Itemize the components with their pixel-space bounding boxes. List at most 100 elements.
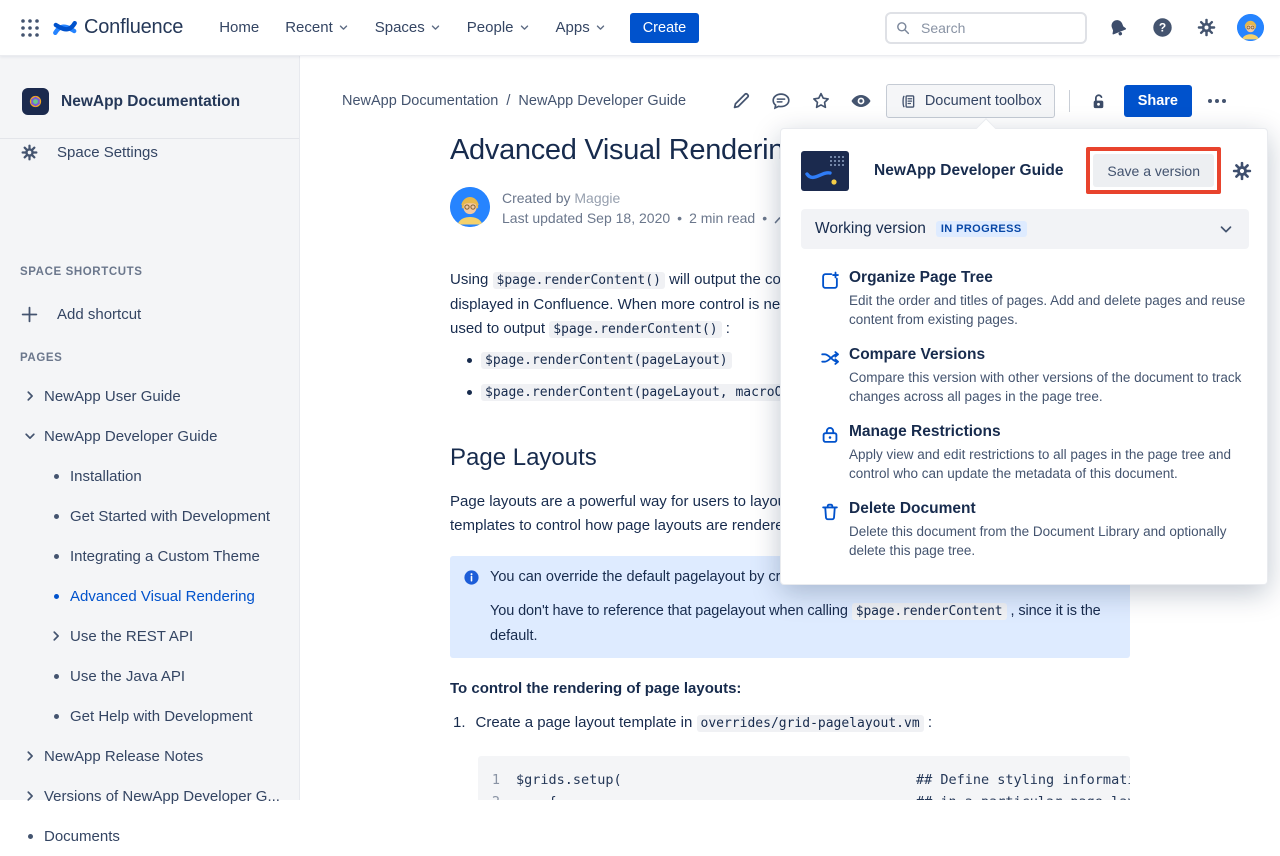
- sidebar-page-item[interactable]: Versions of NewApp Developer G...: [0, 776, 299, 816]
- sidebar-page-item[interactable]: Get Started with Development: [0, 496, 299, 536]
- chevron-down-icon: [519, 22, 530, 33]
- sidebar-page-item[interactable]: Get Help with Development: [0, 696, 299, 736]
- bullet-marker: [46, 474, 66, 479]
- edit-pencil-icon[interactable]: [726, 86, 756, 116]
- settings-gear-icon[interactable]: [1193, 15, 1219, 41]
- code-block: 1$grids.setup(## Define styling informat…: [478, 756, 1130, 800]
- share-button[interactable]: Share: [1124, 85, 1192, 117]
- document-toolbox-popup: NewApp Developer Guide Save a version Wo…: [780, 128, 1268, 585]
- sidebar-page-item[interactable]: Use the Java API: [0, 656, 299, 696]
- code-text: $grids.setup(: [516, 769, 916, 791]
- document-toolbox-button[interactable]: Document toolbox: [886, 84, 1055, 118]
- search-input[interactable]: [919, 19, 1069, 37]
- line-number: 2: [478, 791, 500, 800]
- sidebar-page-item[interactable]: Installation: [0, 456, 299, 496]
- sidebar-page-label: Documents: [44, 828, 120, 845]
- text-run: :: [722, 320, 730, 337]
- nav-item-home[interactable]: Home: [209, 13, 269, 42]
- version-label: Working version: [815, 220, 926, 238]
- sidebar-page-label: Installation: [70, 468, 142, 485]
- code-bullet-list: $page.renderContent(pageLayout)$page.ren…: [450, 344, 818, 408]
- code-line: 2 {## in a particular page layou: [478, 791, 1130, 800]
- sidebar-page-item[interactable]: Documents: [0, 816, 299, 856]
- document-toolbox-label: Document toolbox: [925, 93, 1042, 109]
- working-version-selector[interactable]: Working version IN PROGRESS: [801, 209, 1249, 249]
- app-switcher-icon[interactable]: [16, 14, 44, 42]
- sidebar-page-item[interactable]: Integrating a Custom Theme: [0, 536, 299, 576]
- chevron-right-icon[interactable]: [20, 789, 40, 803]
- sidebar-page-item[interactable]: NewApp Release Notes: [0, 736, 299, 776]
- favourite-star-icon[interactable]: [806, 86, 836, 116]
- search-box[interactable]: [885, 12, 1087, 44]
- menu-item-title: Organize Page Tree: [849, 269, 1261, 287]
- sidebar-page-item[interactable]: NewApp User Guide: [0, 376, 299, 416]
- toolbox-menu-item-manage-restrictions[interactable]: Manage RestrictionsApply view and edit r…: [819, 423, 1257, 483]
- bullet-marker: [467, 390, 472, 395]
- chevron-down-icon: [1217, 220, 1235, 238]
- nav-item-people[interactable]: People: [457, 13, 540, 42]
- breadcrumb-page-link[interactable]: NewApp Developer Guide: [518, 93, 686, 109]
- page-title: Advanced Visual Rendering: [450, 134, 800, 167]
- toolbox-menu-item-organize-page-tree[interactable]: Organize Page TreeEdit the order and tit…: [819, 269, 1257, 329]
- nav-item-spaces[interactable]: Spaces: [365, 13, 451, 42]
- text-run: displayed in Confluence. When more contr…: [450, 296, 797, 313]
- confluence-logo[interactable]: Confluence: [52, 15, 183, 41]
- nav-item-label: Spaces: [375, 19, 425, 36]
- save-a-version-button[interactable]: Save a version: [1093, 154, 1214, 187]
- watch-eye-icon[interactable]: [846, 86, 876, 116]
- toolbox-settings-gear-icon[interactable]: [1231, 160, 1253, 182]
- author-avatar[interactable]: [450, 187, 490, 227]
- sidebar-page-item[interactable]: Advanced Visual Rendering: [0, 576, 299, 616]
- chevron-down-icon[interactable]: [20, 429, 40, 443]
- space-settings-label: Space Settings: [57, 144, 158, 161]
- help-icon[interactable]: ?: [1149, 15, 1175, 41]
- breadcrumb-space-link[interactable]: NewApp Documentation: [342, 93, 498, 109]
- info-icon: [463, 569, 480, 586]
- add-shortcut-label: Add shortcut: [57, 306, 141, 323]
- annotation-highlight-box: Save a version: [1086, 147, 1221, 194]
- toolbox-menu-item-delete-document[interactable]: Delete DocumentDelete this document from…: [819, 500, 1257, 560]
- text-run: You don't have to reference that pagelay…: [490, 603, 852, 619]
- brand-name: Confluence: [84, 16, 183, 39]
- sidebar-page-label: NewApp Developer Guide: [44, 428, 217, 445]
- bullet-marker: [46, 714, 66, 719]
- text-run: Using: [450, 271, 493, 288]
- space-header[interactable]: NewApp Documentation: [22, 88, 240, 115]
- nav-item-apps[interactable]: Apps: [546, 13, 616, 42]
- chevron-right-icon[interactable]: [20, 389, 40, 403]
- pages-header: PAGES: [20, 352, 62, 364]
- chevron-right-icon[interactable]: [46, 629, 66, 643]
- sidebar-page-item[interactable]: NewApp Developer Guide: [0, 416, 299, 456]
- compare-versions-icon: [819, 346, 841, 406]
- nav-item-label: Apps: [556, 19, 590, 36]
- bullet-marker: [46, 594, 66, 599]
- sidebar-page-label: Versions of NewApp Developer G...: [44, 788, 280, 805]
- nav-item-recent[interactable]: Recent: [275, 13, 359, 42]
- last-updated: Last updated Sep 18, 2020: [502, 208, 670, 228]
- unlock-icon[interactable]: [1084, 86, 1114, 116]
- manage-restrictions-icon: [819, 423, 841, 483]
- sidebar-page-label: NewApp User Guide: [44, 388, 181, 405]
- code-comment: ## in a particular page layou: [916, 791, 1130, 800]
- notification-bell-icon[interactable]: [1105, 15, 1131, 41]
- paragraph-line: Page layouts are a powerful way for user…: [450, 490, 792, 514]
- inline-code: $page.renderContent: [852, 603, 1007, 620]
- toolbox-menu-item-compare-versions[interactable]: Compare VersionsCompare this version wit…: [819, 346, 1257, 406]
- inline-code: $page.renderContent(): [493, 272, 665, 289]
- byline-created: Created by Maggie: [502, 188, 806, 208]
- sidebar-page-item[interactable]: Use the REST API: [0, 616, 299, 656]
- bullet-marker: [46, 514, 66, 519]
- more-actions-icon[interactable]: [1202, 86, 1232, 116]
- create-button[interactable]: Create: [630, 13, 700, 43]
- sidebar-page-label: Get Started with Development: [70, 508, 270, 525]
- sidebar-item-space-settings[interactable]: Space Settings: [0, 136, 299, 168]
- chevron-down-icon: [595, 22, 606, 33]
- step-number: 1.: [453, 714, 466, 731]
- user-avatar[interactable]: [1237, 14, 1264, 41]
- paragraph-line: displayed in Confluence. When more contr…: [450, 293, 802, 317]
- section-heading: Page Layouts: [450, 444, 597, 472]
- comment-icon[interactable]: [766, 86, 796, 116]
- add-shortcut-button[interactable]: Add shortcut: [0, 298, 299, 330]
- chevron-right-icon[interactable]: [20, 749, 40, 763]
- paragraph-line: used to output $page.renderContent() :: [450, 317, 802, 342]
